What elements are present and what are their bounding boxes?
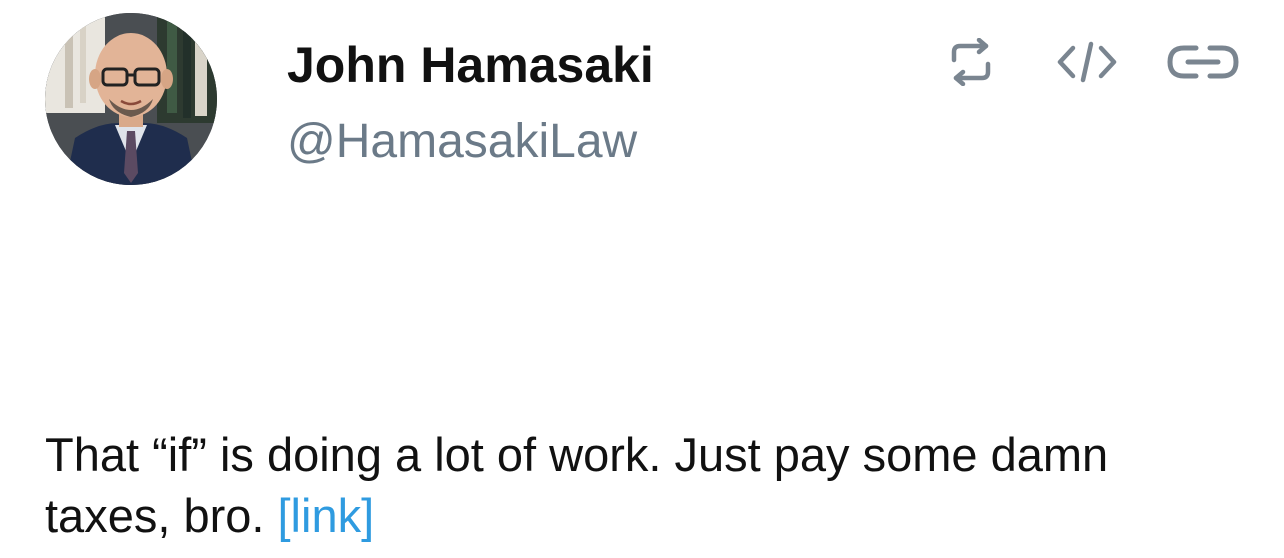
avatar-photo: [45, 13, 217, 185]
tweet-actions: [934, 36, 1240, 88]
tweet-text: That “if” is doing a lot of work. Just p…: [45, 424, 1245, 546]
retweet-button[interactable]: [934, 36, 1008, 88]
author-handle[interactable]: @HamasakiLaw: [287, 114, 637, 169]
code-icon: [1057, 41, 1117, 83]
tweet-text-content: That “if” is doing a lot of work. Just p…: [45, 428, 1109, 542]
avatar[interactable]: [45, 13, 217, 185]
embed-button[interactable]: [1050, 36, 1124, 88]
author-name[interactable]: John Hamasaki: [287, 36, 654, 94]
copy-link-button[interactable]: [1166, 36, 1240, 88]
retweet-icon: [951, 38, 991, 86]
link-icon: [1167, 45, 1239, 79]
tweet-link[interactable]: [link]: [278, 489, 375, 542]
